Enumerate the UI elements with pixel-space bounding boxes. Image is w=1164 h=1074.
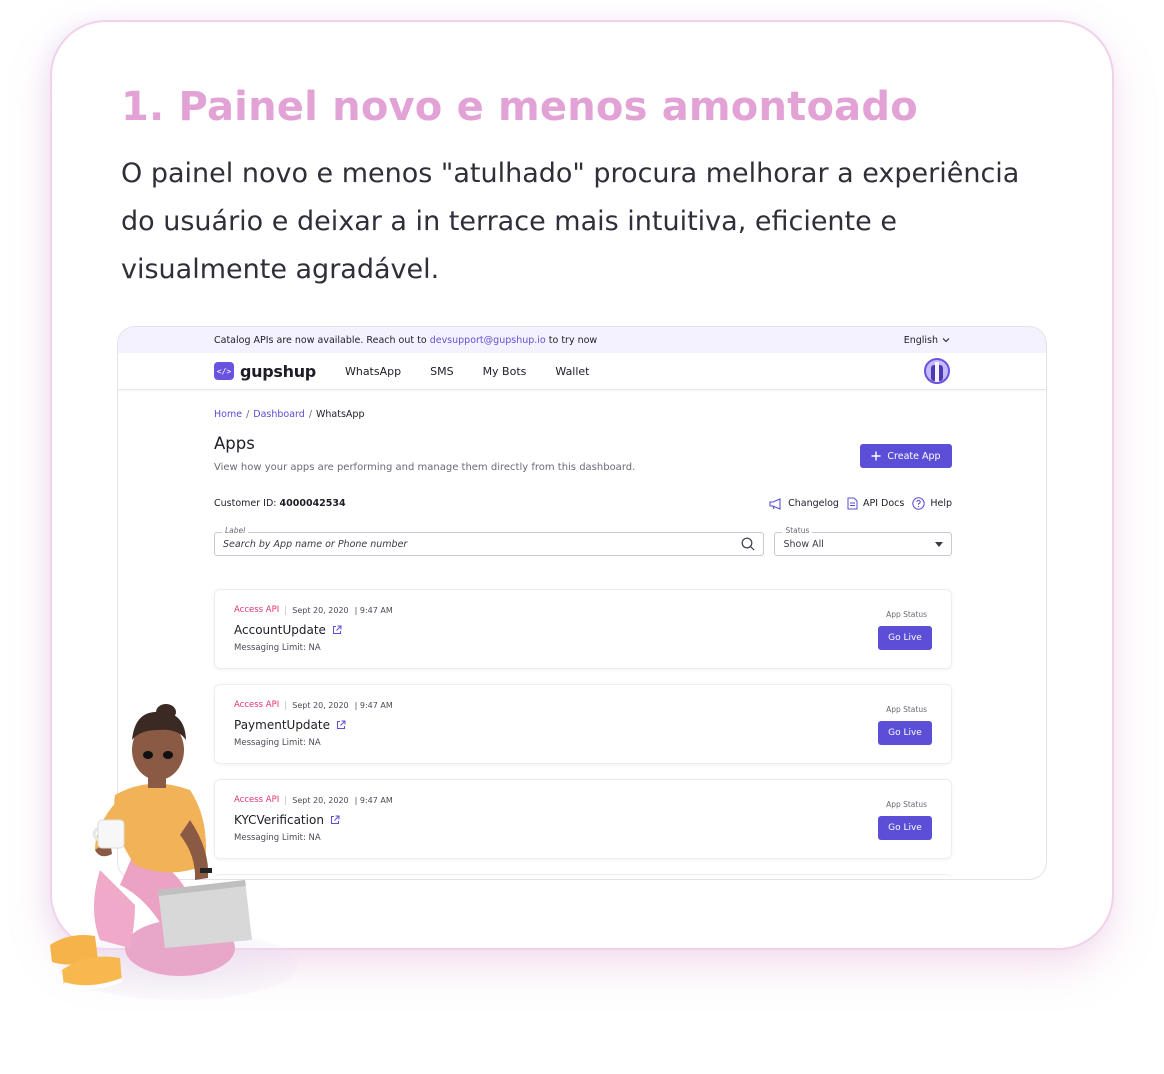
- app-time: | 9:47 AM: [354, 700, 393, 710]
- page-title: Apps: [214, 434, 255, 453]
- messaging-limit: Messaging Limit: NA: [234, 643, 321, 653]
- banner-text: Catalog APIs are now available. Reach ou…: [214, 334, 427, 346]
- external-link-icon[interactable]: [330, 815, 340, 825]
- create-app-button[interactable]: Create App: [860, 444, 952, 468]
- search-placeholder: Search by App name or Phone number: [223, 538, 408, 550]
- banner-text-end: to try now: [548, 334, 598, 346]
- app-card: Access API Sept 20, 2020 | 9:47 AM Account…: [214, 589, 952, 669]
- status-select[interactable]: Status Show All: [774, 526, 952, 556]
- help-circle-icon: [912, 497, 926, 510]
- app-time: | 9:47 AM: [354, 605, 393, 615]
- page-subtitle: View how your apps are performing and ma…: [214, 462, 636, 473]
- search-input[interactable]: Label Search by App name or Phone number: [214, 526, 765, 556]
- card-title: 1. Painel novo e menos amontoado: [121, 84, 918, 130]
- breadcrumb: Home / Dashboard / WhatsApp: [214, 409, 952, 420]
- changelog-link[interactable]: Changelog: [769, 497, 839, 510]
- app-time: | 9:47 AM: [354, 795, 393, 805]
- nav-item-whatsapp[interactable]: WhatsApp: [345, 365, 401, 378]
- app-card: Access API Sept 20, 2020 | 9:47 AM Payment…: [214, 684, 952, 764]
- status-value: Show All: [783, 538, 824, 550]
- go-live-button[interactable]: Go Live: [878, 816, 932, 840]
- app-date: Sept 20, 2020: [292, 795, 349, 805]
- create-app-label: Create App: [887, 450, 941, 462]
- go-live-button[interactable]: Go Live: [878, 721, 932, 745]
- plus-icon: [871, 451, 881, 461]
- caret-down-icon: [935, 541, 943, 547]
- go-live-button[interactable]: Go Live: [878, 626, 932, 650]
- app-status-label: App Status: [886, 705, 927, 714]
- gupshup-logo[interactable]: </> gupshup: [214, 361, 316, 385]
- code-bubble-icon: </>: [214, 362, 234, 385]
- help-label: Help: [930, 498, 952, 509]
- app-status-label: App Status: [886, 800, 927, 809]
- changelog-label: Changelog: [788, 498, 839, 509]
- card-description: O painel novo e menos "atulhado" procura…: [121, 158, 1020, 285]
- app-status-label: App Status: [886, 610, 927, 619]
- help-link[interactable]: Help: [912, 497, 952, 510]
- app-name[interactable]: AccountUpdate: [234, 623, 342, 637]
- support-email-link[interactable]: devsupport@gupshup.io: [430, 335, 546, 346]
- avatar[interactable]: [924, 358, 950, 384]
- document-icon: [847, 497, 858, 510]
- api-docs-link[interactable]: API Docs: [847, 497, 904, 510]
- nav-item-my-bots[interactable]: My Bots: [483, 365, 527, 378]
- app-card: Access API Sept 20, 2020 | 9:47 AM KYCVeri…: [214, 779, 952, 859]
- person-with-laptop-illustration: [50, 704, 252, 990]
- app-card-partial: [214, 874, 952, 879]
- api-type: Access API: [234, 605, 280, 615]
- app-name-text: AccountUpdate: [234, 623, 326, 637]
- announcement-banner: Catalog APIs are now available. Reach ou…: [118, 327, 1046, 353]
- logo-text: gupshup: [240, 361, 316, 381]
- breadcrumb-separator: /: [246, 409, 250, 420]
- chevron-down-icon: [942, 338, 950, 343]
- app-meta: Access API Sept 20, 2020 | 9:47 AM: [234, 605, 393, 615]
- customer-row: Customer ID: 4000042534 Changelog API Do…: [214, 497, 952, 510]
- top-nav: </> gupshup WhatsApp SMS My Bots Wallet: [118, 353, 1046, 390]
- status-field-label: Status: [782, 526, 813, 535]
- language-label: English: [903, 334, 938, 346]
- app-date: Sept 20, 2020: [292, 700, 349, 710]
- breadcrumb-separator: /: [308, 409, 313, 420]
- api-docs-label: API Docs: [862, 498, 905, 509]
- breadcrumb-current: WhatsApp: [316, 409, 365, 420]
- external-link-icon[interactable]: [332, 625, 342, 635]
- breadcrumb-home[interactable]: Home: [214, 409, 242, 420]
- nav-item-sms[interactable]: SMS: [430, 365, 453, 378]
- customer-id-value: 4000042534: [279, 498, 346, 509]
- external-link-icon[interactable]: [336, 720, 346, 730]
- app-date: Sept 20, 2020: [292, 605, 349, 615]
- search-field-label: Label: [222, 526, 249, 535]
- apps-page: Home / Dashboard / WhatsApp Apps View how yo…: [214, 391, 952, 556]
- language-selector[interactable]: English: [904, 335, 950, 346]
- search-icon[interactable]: [741, 537, 755, 551]
- megaphone-icon: [769, 497, 781, 510]
- meta-divider: [285, 605, 287, 615]
- filter-bar: Label Search by App name or Phone number…: [214, 526, 952, 556]
- breadcrumb-dashboard[interactable]: Dashboard: [253, 409, 305, 420]
- nav-item-wallet[interactable]: Wallet: [555, 365, 589, 378]
- customer-id-label: Customer ID:: [214, 498, 277, 509]
